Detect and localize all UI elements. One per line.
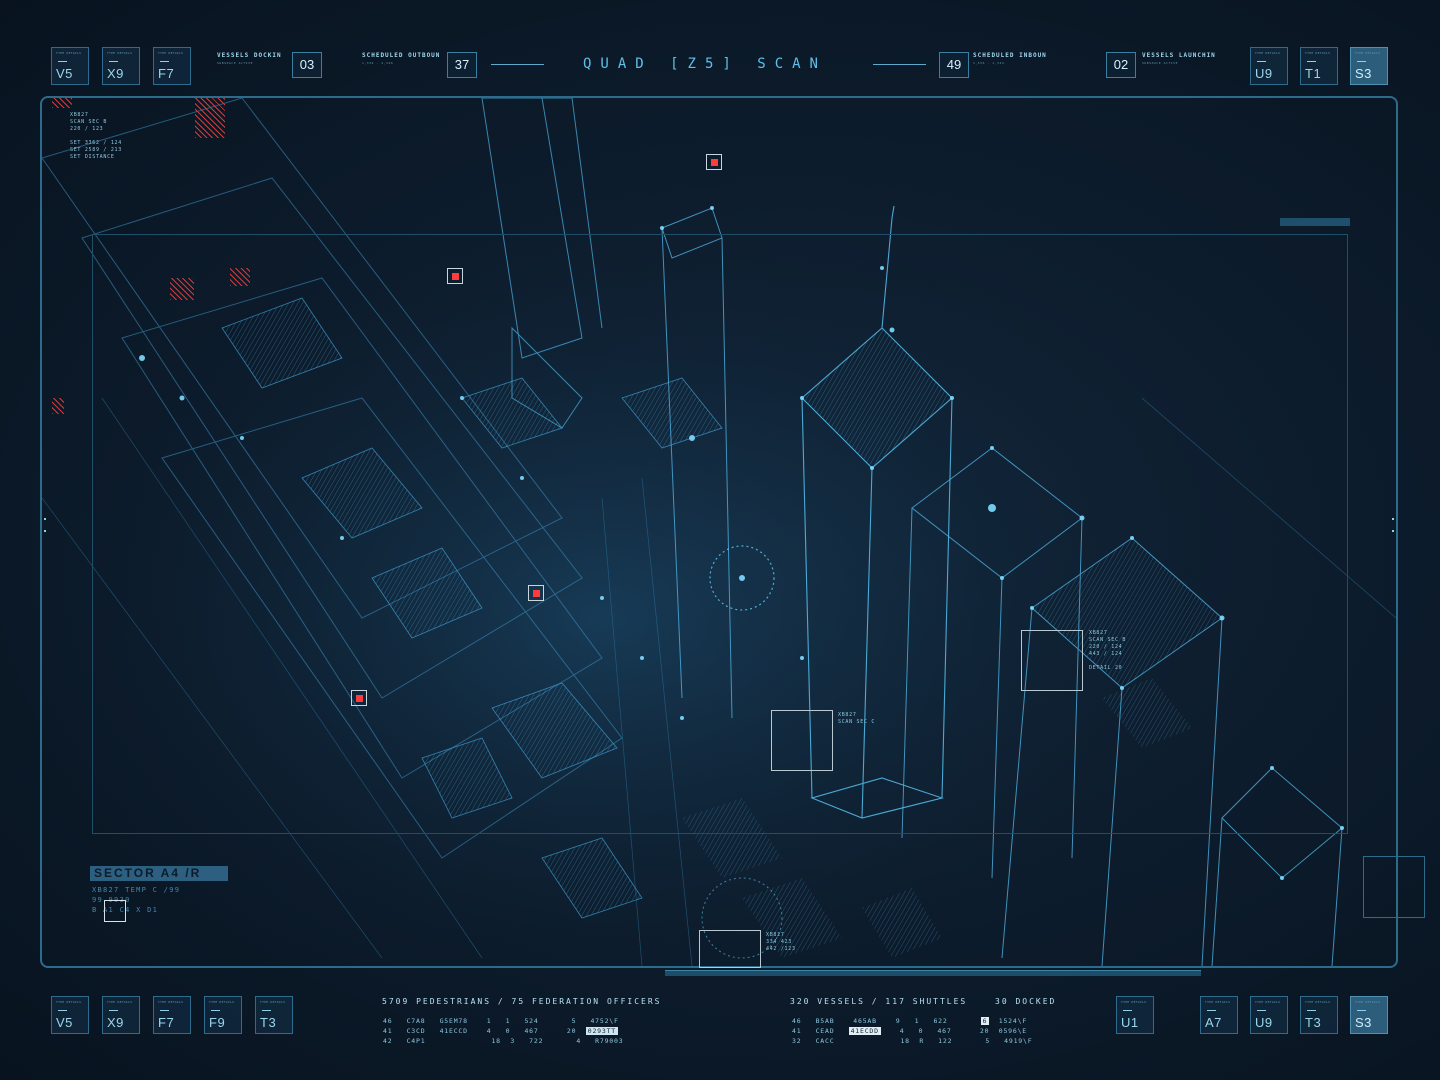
tile-f7-top[interactable]: TYPE DETAILS F7 [153, 47, 191, 85]
target-reticle[interactable] [771, 710, 833, 771]
tile-s3-bottom[interactable]: TYPE DETAILS S3 [1350, 996, 1388, 1034]
stat-scheduled-inbound: SCHEDULED INBOUN 1,556 - 1,324 [973, 52, 1047, 65]
tile-t1-top[interactable]: TYPE DETAILS T1 [1300, 47, 1338, 85]
target-marker[interactable] [351, 690, 367, 706]
stat-scheduled-outbound: SCHEDULED OUTBOUN 1,334 - 2,346 [362, 52, 441, 65]
sector-label: SECTOR A4 /R [90, 866, 228, 881]
stat-vessels-launching-value: 02 [1106, 52, 1136, 78]
vessel-row: 41 CEAD 41ECDD 4 0 467 20 0596\E [792, 1027, 1028, 1035]
stat-scheduled-inbound-value: 49 [939, 52, 969, 78]
tile-u1-bottom[interactable]: TYPE DETAILS U1 [1116, 996, 1154, 1034]
title-rule-right [873, 64, 926, 65]
tile-f9-bottom[interactable]: TYPE DETAILS F9 [204, 996, 242, 1034]
docked-count: 30 DOCKED [995, 997, 1057, 1006]
vessel-row: 32 CACC 18 R 122 5 4919\F [792, 1037, 1033, 1045]
title-rule-left [491, 64, 544, 65]
frame-tick [44, 530, 46, 532]
sector-reticle[interactable] [104, 900, 126, 922]
annotation-middle: XB827 SCAN SEC C [838, 712, 876, 725]
stat-vessels-launching: VESSELS LAUNCHIN SUBSPACE ACTIVE [1142, 52, 1216, 65]
annotation-bottom: XB827 334 423 442 /123 [766, 932, 796, 952]
tile-x9-bottom[interactable]: TYPE DETAILS X9 [102, 996, 140, 1034]
stat-vessels-docking-value: 03 [292, 52, 322, 78]
scan-inner-frame [92, 234, 1348, 834]
tile-u9-bottom[interactable]: TYPE DETAILS U9 [1250, 996, 1288, 1034]
frame-accent-bar [1280, 218, 1350, 226]
annotation-top-left: XB827 SCAN SEC B 220 / 123 SET 3362 / 12… [70, 112, 122, 160]
frame-tick [1392, 530, 1394, 532]
tile-f7-bottom[interactable]: TYPE DETAILS F7 [153, 996, 191, 1034]
stat-vessels-docking: VESSELS DOCKIN SUBSPACE ACTIVE [217, 52, 282, 65]
target-marker[interactable] [706, 154, 722, 170]
page-title: QUAD [Z5] SCAN [582, 56, 827, 72]
frame-bottom-bar [665, 970, 1201, 976]
tile-t3-bottom-right[interactable]: TYPE DETAILS T3 [1300, 996, 1338, 1034]
people-row: 41 C3CD 41ECCD 4 0 467 20 0293TT [383, 1027, 619, 1035]
vessel-row: 46 B5AB 465AB 9 1 622 6 1524\F [792, 1017, 1028, 1025]
target-marker[interactable] [447, 268, 463, 284]
tile-a7-bottom[interactable]: TYPE DETAILS A7 [1200, 996, 1238, 1034]
stat-scheduled-outbound-value: 37 [447, 52, 477, 78]
tile-s3-top[interactable]: TYPE DETAILS S3 [1350, 47, 1388, 85]
pedestrians-header: 5709 PEDESTRIANS / 75 FEDERATION OFFICER… [382, 997, 662, 1006]
sector-line-1: XB827 TEMP C /99 [92, 886, 181, 894]
annotation-right: XB827 SCAN SEC B 220 / 124 443 / 124 DET… [1089, 630, 1127, 671]
people-row: 46 C7A8 G5EM78 1 1 524 5 4752\F [383, 1017, 619, 1025]
tile-t3-bottom[interactable]: TYPE DETAILS T3 [255, 996, 293, 1034]
tile-v5-top[interactable]: TYPE DETAILS V5 [51, 47, 89, 85]
vessels-header: 320 VESSELS / 117 SHUTTLES [790, 997, 968, 1006]
target-marker[interactable] [528, 585, 544, 601]
target-reticle[interactable] [699, 930, 761, 968]
tile-v5-bottom[interactable]: TYPE DETAILS V5 [51, 996, 89, 1034]
people-row: 42 C4P1 18 3 722 4 R79003 [383, 1037, 624, 1045]
tile-x9-top[interactable]: TYPE DETAILS X9 [102, 47, 140, 85]
tile-u9-top[interactable]: TYPE DETAILS U9 [1250, 47, 1288, 85]
frame-tick [44, 518, 46, 520]
frame-tick [1392, 518, 1394, 520]
side-reticle [1363, 856, 1425, 918]
target-reticle[interactable] [1021, 630, 1083, 691]
